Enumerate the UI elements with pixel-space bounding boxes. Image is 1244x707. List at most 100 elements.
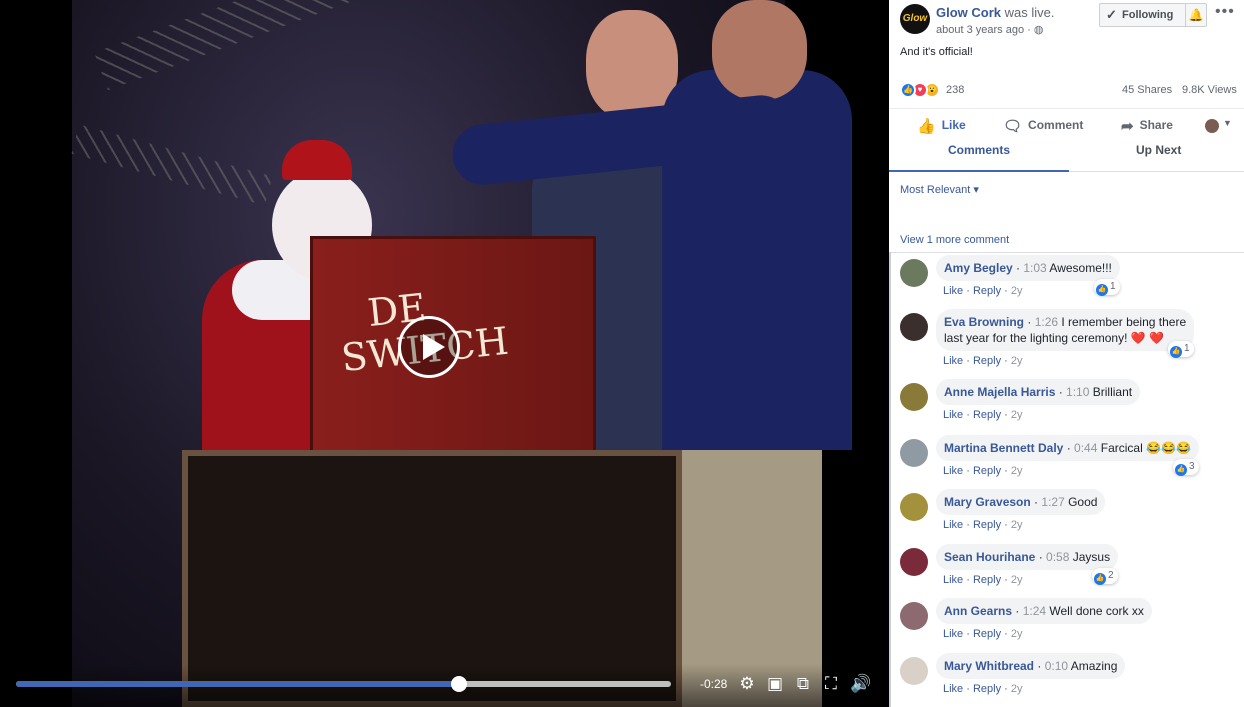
- commenter-name[interactable]: Mary Graveson: [944, 495, 1031, 509]
- caret-down-icon: ▾: [973, 184, 979, 196]
- comment-like-link[interactable]: Like: [943, 465, 963, 477]
- comment-reply-link[interactable]: Reply: [973, 355, 1001, 367]
- comment-like-link[interactable]: Like: [943, 519, 963, 531]
- comment-timestamp[interactable]: 1:10: [1066, 385, 1089, 399]
- comment-reply-link[interactable]: Reply: [973, 574, 1001, 586]
- like-label: Like: [941, 118, 966, 132]
- comment-reply-link[interactable]: Reply: [973, 465, 1001, 477]
- comment-reply-link[interactable]: Reply: [973, 519, 1001, 531]
- comment-icon: 🗨: [1003, 118, 1023, 135]
- post-time[interactable]: about 3 years ago · ◍: [936, 23, 1043, 36]
- comment-reaction-badge[interactable]: 👍 2: [1092, 568, 1118, 585]
- settings-icon[interactable]: ⚙: [736, 674, 758, 694]
- pip-icon[interactable]: ▣: [764, 674, 786, 694]
- comment-like-link[interactable]: Like: [943, 409, 963, 421]
- comment-age: 2y: [1010, 574, 1023, 586]
- comment-like-count: 1: [1110, 281, 1116, 292]
- comment-reply-link[interactable]: Reply: [973, 683, 1001, 695]
- comment-timestamp[interactable]: 1:27: [1041, 495, 1064, 509]
- comment-timestamp[interactable]: 0:44: [1074, 441, 1097, 455]
- comment-actions: Like · Reply · 2y: [943, 465, 1023, 477]
- comment-timestamp[interactable]: 1:26: [1035, 315, 1058, 329]
- avatar[interactable]: [900, 548, 928, 576]
- avatar[interactable]: [900, 259, 928, 287]
- comment-like-count: 1: [1184, 343, 1190, 354]
- comment-reaction-badge[interactable]: 👍 3: [1173, 459, 1199, 476]
- play-button[interactable]: [398, 316, 460, 378]
- divider: [889, 108, 1244, 109]
- seek-bar[interactable]: [16, 676, 671, 692]
- time-remaining: -0:28: [700, 677, 728, 691]
- comment-text: Farcical 😂😂😂: [1100, 441, 1191, 455]
- audience-avatar[interactable]: [1205, 119, 1219, 133]
- seek-progress: [16, 681, 460, 687]
- commenter-name[interactable]: Martina Bennett Daly: [944, 441, 1063, 455]
- comment-like-link[interactable]: Like: [943, 683, 963, 695]
- comment-reaction-badge[interactable]: 👍 1: [1168, 341, 1194, 358]
- comment-age: 2y: [1010, 628, 1023, 640]
- comment-like-count: 2: [1108, 570, 1114, 581]
- share-count[interactable]: 45 Shares: [1122, 84, 1172, 96]
- post-time-text: about 3 years ago: [936, 24, 1025, 36]
- page-name[interactable]: Glow Cork: [936, 5, 1001, 20]
- page-avatar[interactable]: Glow: [900, 4, 930, 34]
- post-author: Glow Cork was live.: [936, 5, 1055, 20]
- following-button[interactable]: ✓ Following: [1099, 3, 1195, 27]
- avatar[interactable]: [900, 493, 928, 521]
- tab-up-next[interactable]: Up Next: [1136, 143, 1181, 157]
- cast-icon[interactable]: ⧉: [792, 674, 814, 694]
- comment-reply-link[interactable]: Reply: [973, 628, 1001, 640]
- comment-like-count: 3: [1189, 461, 1195, 472]
- comment-actions: Like · Reply · 2y: [943, 355, 1023, 367]
- view-more-comments-link[interactable]: View 1 more comment: [900, 234, 1009, 246]
- comment-timestamp[interactable]: 0:58: [1046, 550, 1069, 564]
- comment-reply-link[interactable]: Reply: [973, 409, 1001, 421]
- commenter-name[interactable]: Mary Whitbread: [944, 659, 1034, 673]
- volume-icon[interactable]: 🔊: [850, 674, 872, 694]
- comment-text: Brilliant: [1092, 385, 1133, 399]
- avatar[interactable]: [900, 439, 928, 467]
- like-button[interactable]: 👍 Like: [917, 117, 966, 135]
- comments-divider: [889, 252, 1244, 253]
- fullscreen-icon[interactable]: ⛶: [820, 674, 842, 694]
- comment-bubble: Amy Begley · 1:03 Awesome!!!: [936, 255, 1120, 281]
- bell-icon[interactable]: 🔔: [1185, 3, 1207, 27]
- comment-reaction-badge[interactable]: 👍 1: [1094, 279, 1120, 296]
- commenter-name[interactable]: Eva Browning: [944, 315, 1024, 329]
- like-icon: 👍: [1094, 573, 1106, 585]
- stage-truss: [94, 0, 390, 91]
- comment-timestamp[interactable]: 1:03: [1023, 261, 1046, 275]
- reaction-count[interactable]: 238: [946, 84, 964, 96]
- sort-dropdown[interactable]: Most Relevant ▾: [900, 183, 979, 196]
- more-options-icon[interactable]: •••: [1215, 3, 1235, 21]
- tab-comments[interactable]: Comments: [948, 143, 1010, 157]
- comment-actions: Like · Reply · 2y: [943, 683, 1023, 695]
- comment-like-link[interactable]: Like: [943, 355, 963, 367]
- commenter-name[interactable]: Ann Gearns: [944, 604, 1012, 618]
- comment-like-link[interactable]: Like: [943, 285, 963, 297]
- chevron-down-icon[interactable]: ▼: [1223, 118, 1232, 128]
- commenter-name[interactable]: Amy Begley: [944, 261, 1013, 275]
- comment-bubble: Sean Hourihane · 0:58 Jaysus: [936, 544, 1119, 570]
- comment-like-link[interactable]: Like: [943, 574, 963, 586]
- comment-text: Awesome!!!: [1049, 261, 1112, 275]
- commenter-name[interactable]: Anne Majella Harris: [944, 385, 1055, 399]
- thumbs-up-icon: 👍: [917, 118, 936, 135]
- comment-like-link[interactable]: Like: [943, 628, 963, 640]
- share-button[interactable]: ➦ Share: [1121, 117, 1173, 135]
- avatar[interactable]: [900, 602, 928, 630]
- comment-actions: Like · Reply · 2y: [943, 574, 1023, 586]
- avatar[interactable]: [900, 313, 928, 341]
- comment-text: Jaysus: [1072, 550, 1111, 564]
- video-player[interactable]: DE SWITCH -0:28 ⚙ ▣ ⧉ ⛶ 🔊: [0, 0, 889, 707]
- comment-timestamp[interactable]: 1:24: [1023, 604, 1046, 618]
- sort-label: Most Relevant: [900, 184, 971, 196]
- comment-bubble: Martina Bennett Daly · 0:44 Farcical 😂😂😂: [936, 435, 1199, 461]
- commenter-name[interactable]: Sean Hourihane: [944, 550, 1035, 564]
- avatar[interactable]: [900, 383, 928, 411]
- comment-timestamp[interactable]: 0:10: [1045, 659, 1068, 673]
- avatar[interactable]: [900, 657, 928, 685]
- comment-button[interactable]: 🗨 Comment: [1003, 117, 1083, 135]
- comment-reply-link[interactable]: Reply: [973, 285, 1001, 297]
- comment-age: 2y: [1010, 355, 1023, 367]
